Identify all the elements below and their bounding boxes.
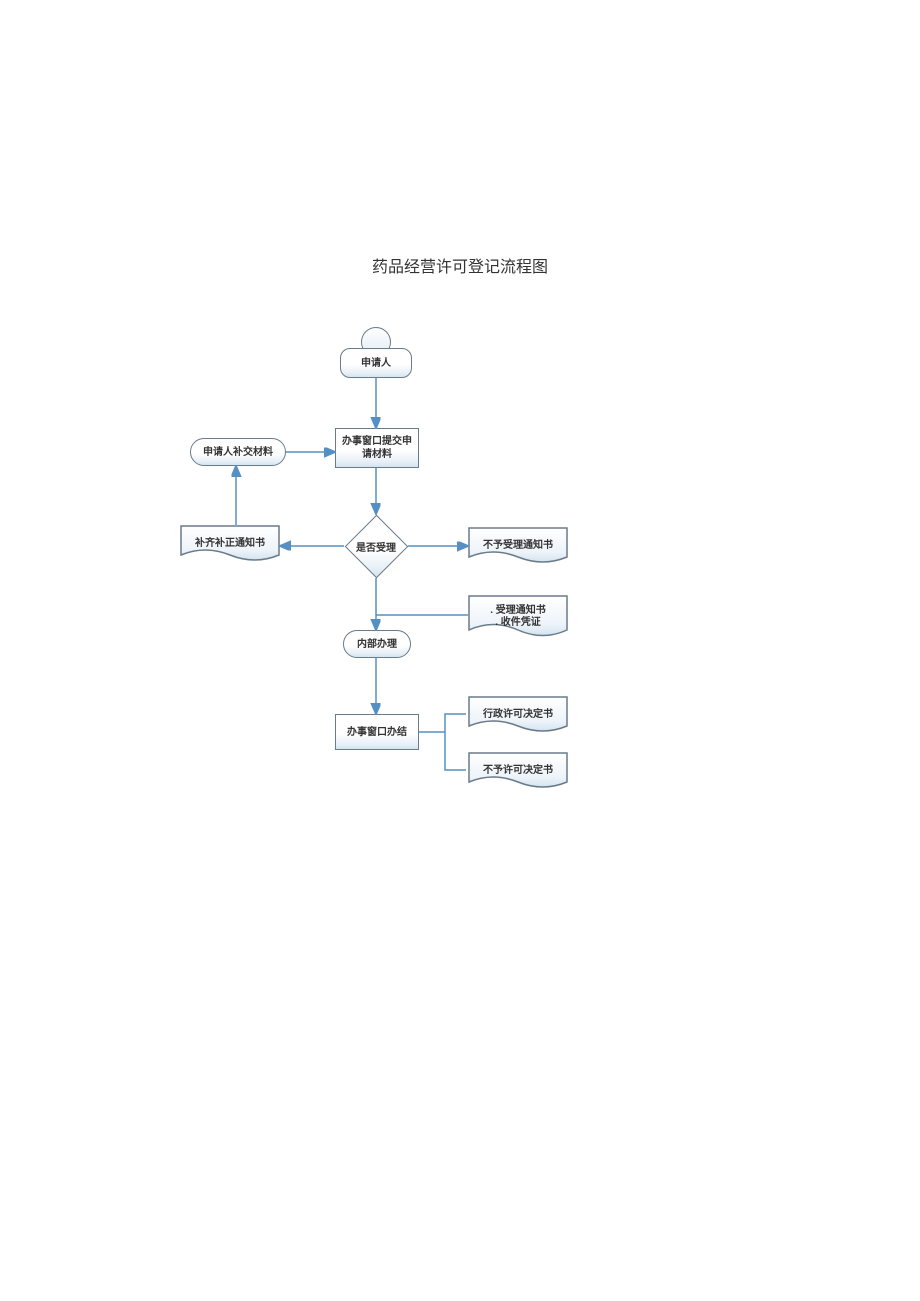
flowchart-canvas: 申请人 办事窗口提交申请材料 申请人补交材料 补齐补正通知书 是否受理 不予受理… [140,320,780,920]
node-permit: 行政许可决定书 [468,696,568,734]
node-internal: 内部办理 [343,630,411,658]
label-applicant: 申请人 [361,357,391,370]
diagram-title: 药品经营许可登记流程图 [0,253,920,277]
node-submit: 办事窗口提交申请材料 [335,428,419,468]
node-conclude: 办事窗口办结 [335,714,419,750]
label-submit: 办事窗口提交申请材料 [340,435,414,461]
label-deny: 不予许可决定书 [483,765,553,777]
label-correction-notice: 补齐补正通知书 [195,538,265,550]
node-accept-notice: . 受理通知书 . 收件凭证 [468,595,568,639]
node-reject-notice: 不予受理通知书 [468,527,568,565]
label-resupply: 申请人补交材料 [203,446,273,459]
node-accept-decision: 是否受理 [344,514,408,578]
label-internal: 内部办理 [357,638,397,651]
node-applicant: 申请人 [340,348,412,378]
node-correction-notice: 补齐补正通知书 [180,525,280,563]
node-deny: 不予许可决定书 [468,752,568,790]
connectors [140,320,780,920]
label-accept-decision: 是否受理 [356,539,396,554]
label-accept-notice: . 受理通知书 . 收件凭证 [490,605,546,629]
label-conclude: 办事窗口办结 [347,726,407,739]
node-resupply: 申请人补交材料 [190,438,286,466]
label-permit: 行政许可决定书 [483,709,553,721]
label-reject-notice: 不予受理通知书 [483,540,553,552]
